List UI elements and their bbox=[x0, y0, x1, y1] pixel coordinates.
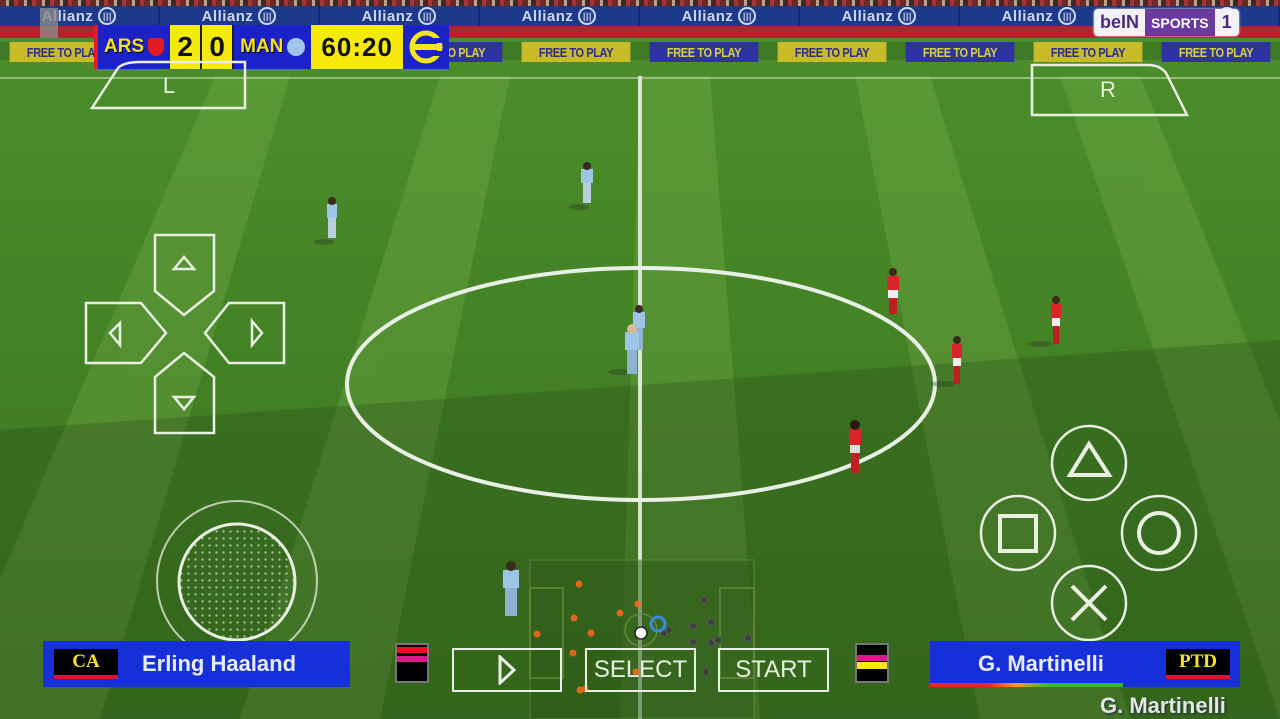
arsenal-crest-icon bbox=[148, 38, 165, 56]
square-button[interactable] bbox=[979, 494, 1057, 572]
allianz-logo-icon: ||| bbox=[1058, 7, 1077, 25]
dpad-left-button[interactable] bbox=[84, 301, 168, 365]
home-player-name: Erling Haaland bbox=[142, 651, 297, 676]
sponsor-board: Allianz||| bbox=[320, 6, 480, 26]
radar-away-player bbox=[714, 636, 722, 644]
radar-home-player bbox=[569, 649, 577, 657]
triangle-button[interactable] bbox=[1050, 424, 1128, 502]
start-button[interactable]: START bbox=[718, 648, 829, 692]
match-clock: 60:20 bbox=[311, 25, 403, 69]
circle-icon bbox=[1137, 511, 1181, 555]
radar-away-player bbox=[702, 668, 710, 676]
bein-text: beIN bbox=[1094, 9, 1146, 36]
ad-board: FREE TO PLAY bbox=[777, 42, 887, 62]
cross-icon bbox=[1070, 584, 1108, 622]
channel-number: 1 bbox=[1214, 9, 1239, 36]
sponsor-board: Allianz||| bbox=[480, 6, 640, 26]
circle-button[interactable] bbox=[1120, 494, 1198, 572]
radar-home-player bbox=[576, 686, 584, 694]
sponsor-board: Allianz||| bbox=[800, 6, 960, 26]
player-energy-bar bbox=[930, 683, 1123, 687]
ad-board: FREE TO PLAY bbox=[1161, 42, 1271, 62]
r-button[interactable]: R bbox=[1030, 63, 1190, 117]
triangle-icon bbox=[1066, 440, 1113, 477]
home-player-position: CA bbox=[54, 649, 118, 679]
controlled-player-label: G. Martinelli bbox=[1100, 693, 1226, 718]
allianz-logo-icon: ||| bbox=[258, 7, 277, 25]
sports-text: SPORTS bbox=[1145, 9, 1215, 36]
face-buttons bbox=[979, 424, 1198, 641]
radar-home-player bbox=[570, 614, 578, 622]
arrow-down-icon bbox=[171, 395, 197, 411]
sponsor-board: Allianz||| bbox=[0, 6, 160, 26]
l-button-label: L bbox=[162, 73, 176, 98]
home-player-bar: CA Erling Haaland bbox=[43, 641, 350, 687]
radar-away-player bbox=[707, 618, 715, 626]
stamina-bar-2 bbox=[857, 662, 887, 669]
radar-home-player bbox=[634, 600, 642, 608]
select-button[interactable]: SELECT bbox=[585, 648, 696, 692]
radar-home-player bbox=[575, 580, 583, 588]
ad-board: FREE TO PLAY bbox=[905, 42, 1015, 62]
allianz-logo-icon: ||| bbox=[898, 7, 917, 25]
away-player-position: PTD bbox=[1166, 649, 1230, 679]
analog-stick-knob bbox=[177, 522, 297, 642]
ad-board: FREE TO PLAY bbox=[649, 42, 759, 62]
radar-home-player bbox=[587, 629, 595, 637]
dpad bbox=[84, 233, 286, 435]
home-team-name: ARS bbox=[104, 36, 145, 57]
radar-away-player bbox=[700, 596, 708, 604]
minimap bbox=[529, 559, 755, 719]
broadcaster-logo: beIN SPORTS 1 bbox=[1094, 9, 1239, 36]
stamina-bar-1 bbox=[397, 647, 427, 653]
play-icon bbox=[498, 655, 517, 685]
arrow-right-icon bbox=[250, 317, 264, 349]
home-stamina-indicator bbox=[395, 643, 429, 683]
radar-away-player bbox=[689, 622, 697, 630]
radar-away-player bbox=[707, 639, 715, 647]
radar-home-player bbox=[533, 630, 541, 638]
cross-button[interactable] bbox=[1050, 564, 1128, 641]
play-button[interactable] bbox=[452, 648, 562, 692]
allianz-logo-icon: ||| bbox=[738, 7, 757, 25]
radar-ball bbox=[634, 626, 648, 640]
sponsor-boards: Allianz ||| Allianz ||| Allianz ||| Allianz |||… bbox=[0, 6, 1280, 26]
radar-away-player bbox=[689, 638, 697, 646]
square-icon bbox=[998, 514, 1038, 553]
mancity-crest-icon bbox=[287, 38, 306, 56]
away-stamina-indicator bbox=[855, 643, 889, 683]
efootball-logo-icon bbox=[402, 25, 449, 69]
stamina-bar-2 bbox=[397, 656, 427, 662]
allianz-logo-icon: ||| bbox=[578, 7, 597, 25]
stamina-bar-1 bbox=[857, 655, 887, 661]
away-player-name: G. Martinelli bbox=[978, 651, 1104, 676]
radar-away-player bbox=[744, 634, 752, 642]
l-button[interactable]: L bbox=[90, 60, 248, 110]
arrow-left-icon bbox=[108, 319, 122, 349]
ad-board: FREE TO PLAY bbox=[521, 42, 631, 62]
cameraman bbox=[40, 8, 58, 38]
dpad-up-button[interactable] bbox=[153, 233, 216, 317]
allianz-logo-icon: ||| bbox=[98, 7, 117, 25]
sponsor-board: Allianz||| bbox=[640, 6, 800, 26]
radar-home-player bbox=[616, 609, 624, 617]
dpad-down-button[interactable] bbox=[153, 351, 216, 435]
radar-away-player bbox=[665, 626, 673, 634]
ad-board: FREE TO PLAY bbox=[1033, 42, 1143, 62]
away-team-name: MAN bbox=[240, 36, 284, 57]
dpad-right-button[interactable] bbox=[203, 301, 286, 365]
arrow-up-icon bbox=[171, 255, 197, 271]
r-button-label: R bbox=[1100, 77, 1116, 102]
sponsor-board: Allianz||| bbox=[160, 6, 320, 26]
allianz-logo-icon: ||| bbox=[418, 7, 437, 25]
away-player-bar: G. Martinelli PTD bbox=[930, 641, 1240, 687]
